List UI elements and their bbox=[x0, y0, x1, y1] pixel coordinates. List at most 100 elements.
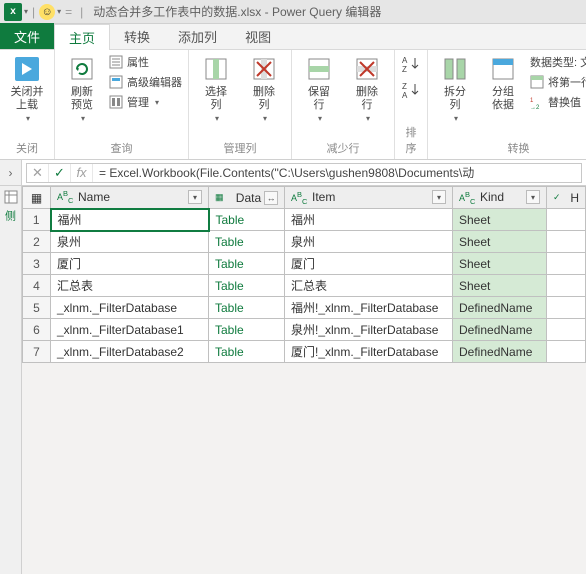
keep-rows-button[interactable]: 保留 行 ▾ bbox=[298, 54, 340, 123]
cell-hidden[interactable] bbox=[547, 297, 586, 319]
row-number[interactable]: 1 bbox=[23, 209, 51, 231]
cell-name[interactable]: _xlnm._FilterDatabase2 bbox=[51, 341, 209, 363]
cell-hidden[interactable] bbox=[547, 319, 586, 341]
first-row-headers-button[interactable]: 将第一行用 bbox=[530, 74, 586, 90]
tab-file[interactable]: 文件 bbox=[0, 23, 54, 49]
cell-hidden[interactable] bbox=[547, 209, 586, 231]
cell-name[interactable]: 厦门 bbox=[51, 253, 209, 275]
qa-dropdown-icon[interactable]: ▾ bbox=[24, 7, 28, 16]
cell-name[interactable]: 福州 bbox=[51, 209, 209, 231]
chevron-down-icon[interactable]: ▾ bbox=[454, 114, 458, 123]
chevron-down-icon[interactable]: ▾ bbox=[81, 114, 85, 123]
cell-name[interactable]: _xlnm._FilterDatabase bbox=[51, 297, 209, 319]
remove-rows-button[interactable]: 删除 行 ▾ bbox=[346, 54, 388, 123]
column-header-kind[interactable]: ABC Kind ▾ bbox=[453, 187, 547, 209]
table-row[interactable]: 6_xlnm._FilterDatabase1Table泉州!_xlnm._Fi… bbox=[23, 319, 586, 341]
table-row[interactable]: 4汇总表Table汇总表Sheet bbox=[23, 275, 586, 297]
formula-input[interactable]: = Excel.Workbook(File.Contents("C:\Users… bbox=[93, 164, 581, 181]
column-header-hidden[interactable]: ✓H bbox=[547, 187, 586, 209]
row-number[interactable]: 5 bbox=[23, 297, 51, 319]
filter-icon[interactable]: ▾ bbox=[526, 190, 540, 204]
chevron-down-icon[interactable]: ▾ bbox=[26, 114, 30, 123]
cell-data[interactable]: Table bbox=[209, 231, 285, 253]
column-header-data[interactable]: ▦ Data ↔ bbox=[209, 187, 285, 209]
cell-kind[interactable]: Sheet bbox=[453, 231, 547, 253]
chevron-down-icon[interactable]: ▾ bbox=[215, 114, 219, 123]
column-header-item[interactable]: ABC Item ▾ bbox=[285, 187, 453, 209]
advanced-editor-button[interactable]: 高级编辑器 bbox=[109, 74, 182, 90]
chevron-down-icon[interactable]: ▾ bbox=[263, 114, 267, 123]
cell-hidden[interactable] bbox=[547, 275, 586, 297]
sort-desc-icon[interactable]: ZA bbox=[401, 80, 421, 100]
row-number[interactable]: 3 bbox=[23, 253, 51, 275]
cell-kind[interactable]: Sheet bbox=[453, 253, 547, 275]
fx-icon[interactable]: fx bbox=[71, 164, 93, 182]
refresh-preview-button[interactable]: 刷新 预览 ▾ bbox=[61, 54, 103, 123]
row-number[interactable]: 7 bbox=[23, 341, 51, 363]
cell-data[interactable]: Table bbox=[209, 209, 285, 231]
tab-view[interactable]: 视图 bbox=[231, 23, 285, 49]
table-row[interactable]: 3厦门Table厦门Sheet bbox=[23, 253, 586, 275]
table-icon[interactable] bbox=[4, 190, 18, 204]
row-number[interactable]: 2 bbox=[23, 231, 51, 253]
cell-name[interactable]: 泉州 bbox=[51, 231, 209, 253]
cell-kind[interactable]: Sheet bbox=[453, 209, 547, 231]
cell-data[interactable]: Table bbox=[209, 297, 285, 319]
queries-vertical-label[interactable]: 侧 bbox=[4, 210, 18, 224]
commit-formula-icon[interactable]: ✓ bbox=[49, 164, 71, 182]
cell-item[interactable]: 厦门!_xlnm._FilterDatabase bbox=[285, 341, 453, 363]
choose-columns-button[interactable]: 选择 列 ▾ bbox=[195, 54, 237, 123]
row-number[interactable]: 4 bbox=[23, 275, 51, 297]
queries-pane-toggle[interactable]: › bbox=[0, 160, 22, 185]
remove-columns-button[interactable]: 删除 列 ▾ bbox=[243, 54, 285, 123]
cell-hidden[interactable] bbox=[547, 253, 586, 275]
cancel-formula-icon[interactable]: ✕ bbox=[27, 164, 49, 182]
data-type-button[interactable]: 数据类型: 文本 bbox=[530, 54, 586, 70]
cell-kind[interactable]: DefinedName bbox=[453, 319, 547, 341]
close-load-button[interactable]: 关闭并 上载 ▾ bbox=[6, 54, 48, 123]
cell-item[interactable]: 泉州!_xlnm._FilterDatabase bbox=[285, 319, 453, 341]
filter-icon[interactable]: ▾ bbox=[188, 190, 202, 204]
cell-item[interactable]: 福州 bbox=[285, 209, 453, 231]
chevron-down-icon[interactable]: ▾ bbox=[155, 98, 159, 107]
select-all-corner[interactable]: ▦ bbox=[23, 187, 51, 209]
chevron-down-icon[interactable]: ▾ bbox=[366, 114, 370, 123]
table-row[interactable]: 1福州Table福州Sheet bbox=[23, 209, 586, 231]
cell-data[interactable]: Table bbox=[209, 275, 285, 297]
manage-button[interactable]: 管理 ▾ bbox=[109, 94, 182, 110]
group-by-button[interactable]: 分组 依据 bbox=[482, 54, 524, 112]
cell-name[interactable]: 汇总表 bbox=[51, 275, 209, 297]
tab-transform[interactable]: 转换 bbox=[110, 23, 164, 49]
cell-data[interactable]: Table bbox=[209, 319, 285, 341]
chevron-down-icon[interactable]: ▾ bbox=[318, 114, 322, 123]
replace-values-button[interactable]: 1→2 替换值 bbox=[530, 94, 586, 110]
smiley-icon[interactable]: ☺ bbox=[39, 4, 55, 20]
properties-button[interactable]: 属性 bbox=[109, 54, 182, 70]
expand-icon[interactable]: ↔ bbox=[264, 191, 278, 205]
cell-data[interactable]: Table bbox=[209, 253, 285, 275]
cell-hidden[interactable] bbox=[547, 231, 586, 253]
data-grid[interactable]: ▦ ABC Name ▾ ▦ Data ↔ bbox=[22, 186, 586, 574]
table-row[interactable]: 5_xlnm._FilterDatabaseTable福州!_xlnm._Fil… bbox=[23, 297, 586, 319]
cell-item[interactable]: 厦门 bbox=[285, 253, 453, 275]
column-header-name[interactable]: ABC Name ▾ bbox=[51, 187, 209, 209]
cell-name[interactable]: _xlnm._FilterDatabase1 bbox=[51, 319, 209, 341]
cell-item[interactable]: 汇总表 bbox=[285, 275, 453, 297]
table-row[interactable]: 7_xlnm._FilterDatabase2Table厦门!_xlnm._Fi… bbox=[23, 341, 586, 363]
qa-dropdown-icon[interactable]: ▾ bbox=[57, 7, 61, 16]
table-row[interactable]: 2泉州Table泉州Sheet bbox=[23, 231, 586, 253]
cell-item[interactable]: 泉州 bbox=[285, 231, 453, 253]
cell-kind[interactable]: DefinedName bbox=[453, 341, 547, 363]
ribbon: 关闭并 上载 ▾ 关闭 刷新 预览 ▾ 属性 bbox=[0, 50, 586, 160]
sort-asc-icon[interactable]: AZ bbox=[401, 54, 421, 74]
tab-add-column[interactable]: 添加列 bbox=[164, 23, 231, 49]
row-number[interactable]: 6 bbox=[23, 319, 51, 341]
split-column-button[interactable]: 拆分 列 ▾ bbox=[434, 54, 476, 123]
tab-home[interactable]: 主页 bbox=[54, 24, 110, 50]
cell-item[interactable]: 福州!_xlnm._FilterDatabase bbox=[285, 297, 453, 319]
filter-icon[interactable]: ▾ bbox=[432, 190, 446, 204]
cell-kind[interactable]: DefinedName bbox=[453, 297, 547, 319]
cell-kind[interactable]: Sheet bbox=[453, 275, 547, 297]
cell-data[interactable]: Table bbox=[209, 341, 285, 363]
cell-hidden[interactable] bbox=[547, 341, 586, 363]
